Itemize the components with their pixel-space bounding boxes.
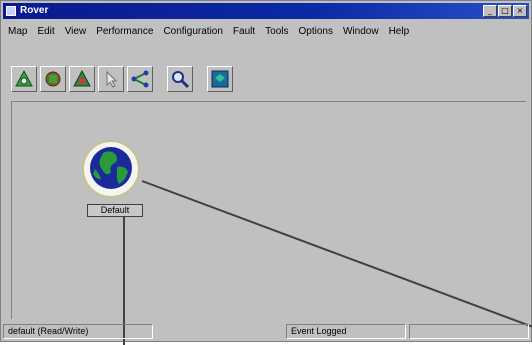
menu-map[interactable]: Map — [3, 26, 32, 37]
app-window: Rover _ □ × Map Edit View Performance Co… — [0, 0, 532, 345]
app-icon[interactable] — [6, 6, 16, 16]
alert-tool-button[interactable] — [69, 66, 95, 92]
menu-help[interactable]: Help — [384, 26, 415, 37]
menu-configuration[interactable]: Configuration — [158, 26, 227, 37]
map-tool-icon — [15, 69, 33, 87]
globe-icon[interactable] — [81, 139, 141, 199]
help-tool-icon — [211, 70, 229, 88]
status-event: Event Logged — [286, 324, 406, 339]
menu-window[interactable]: Window — [338, 26, 384, 37]
zoom-tool-icon — [172, 71, 190, 89]
status-extra — [409, 324, 529, 339]
device-tool-icon — [45, 71, 61, 87]
map-tool-button[interactable] — [11, 66, 37, 92]
menu-view[interactable]: View — [60, 26, 92, 37]
maximize-button[interactable]: □ — [498, 5, 512, 17]
menu-edit[interactable]: Edit — [32, 26, 59, 37]
help-tool-button[interactable] — [207, 66, 233, 92]
alert-tool-icon — [73, 69, 91, 87]
node-label[interactable]: Default — [87, 204, 143, 217]
title-bar[interactable]: Rover _ □ × — [3, 3, 529, 19]
menu-bar: Map Edit View Performance Configuration … — [3, 22, 529, 40]
toolbar — [11, 62, 233, 96]
device-tool-button[interactable] — [40, 66, 66, 92]
link-tool-button[interactable] — [127, 66, 153, 92]
pointer-tool-icon — [106, 70, 118, 88]
menu-options[interactable]: Options — [294, 26, 338, 37]
zoom-tool-button[interactable] — [167, 66, 193, 92]
status-mode: default (Read/Write) — [3, 324, 153, 339]
window-title: Rover — [20, 5, 49, 16]
minimize-button[interactable]: _ — [483, 5, 497, 17]
status-bar: default (Read/Write) Event Logged — [3, 324, 529, 341]
close-button[interactable]: × — [513, 5, 527, 17]
pointer-tool-button[interactable] — [98, 66, 124, 92]
menu-tools[interactable]: Tools — [260, 26, 293, 37]
menu-fault[interactable]: Fault — [228, 26, 260, 37]
menu-performance[interactable]: Performance — [91, 26, 158, 37]
window-controls: _ □ × — [483, 5, 527, 17]
link-tool-icon — [131, 70, 149, 88]
